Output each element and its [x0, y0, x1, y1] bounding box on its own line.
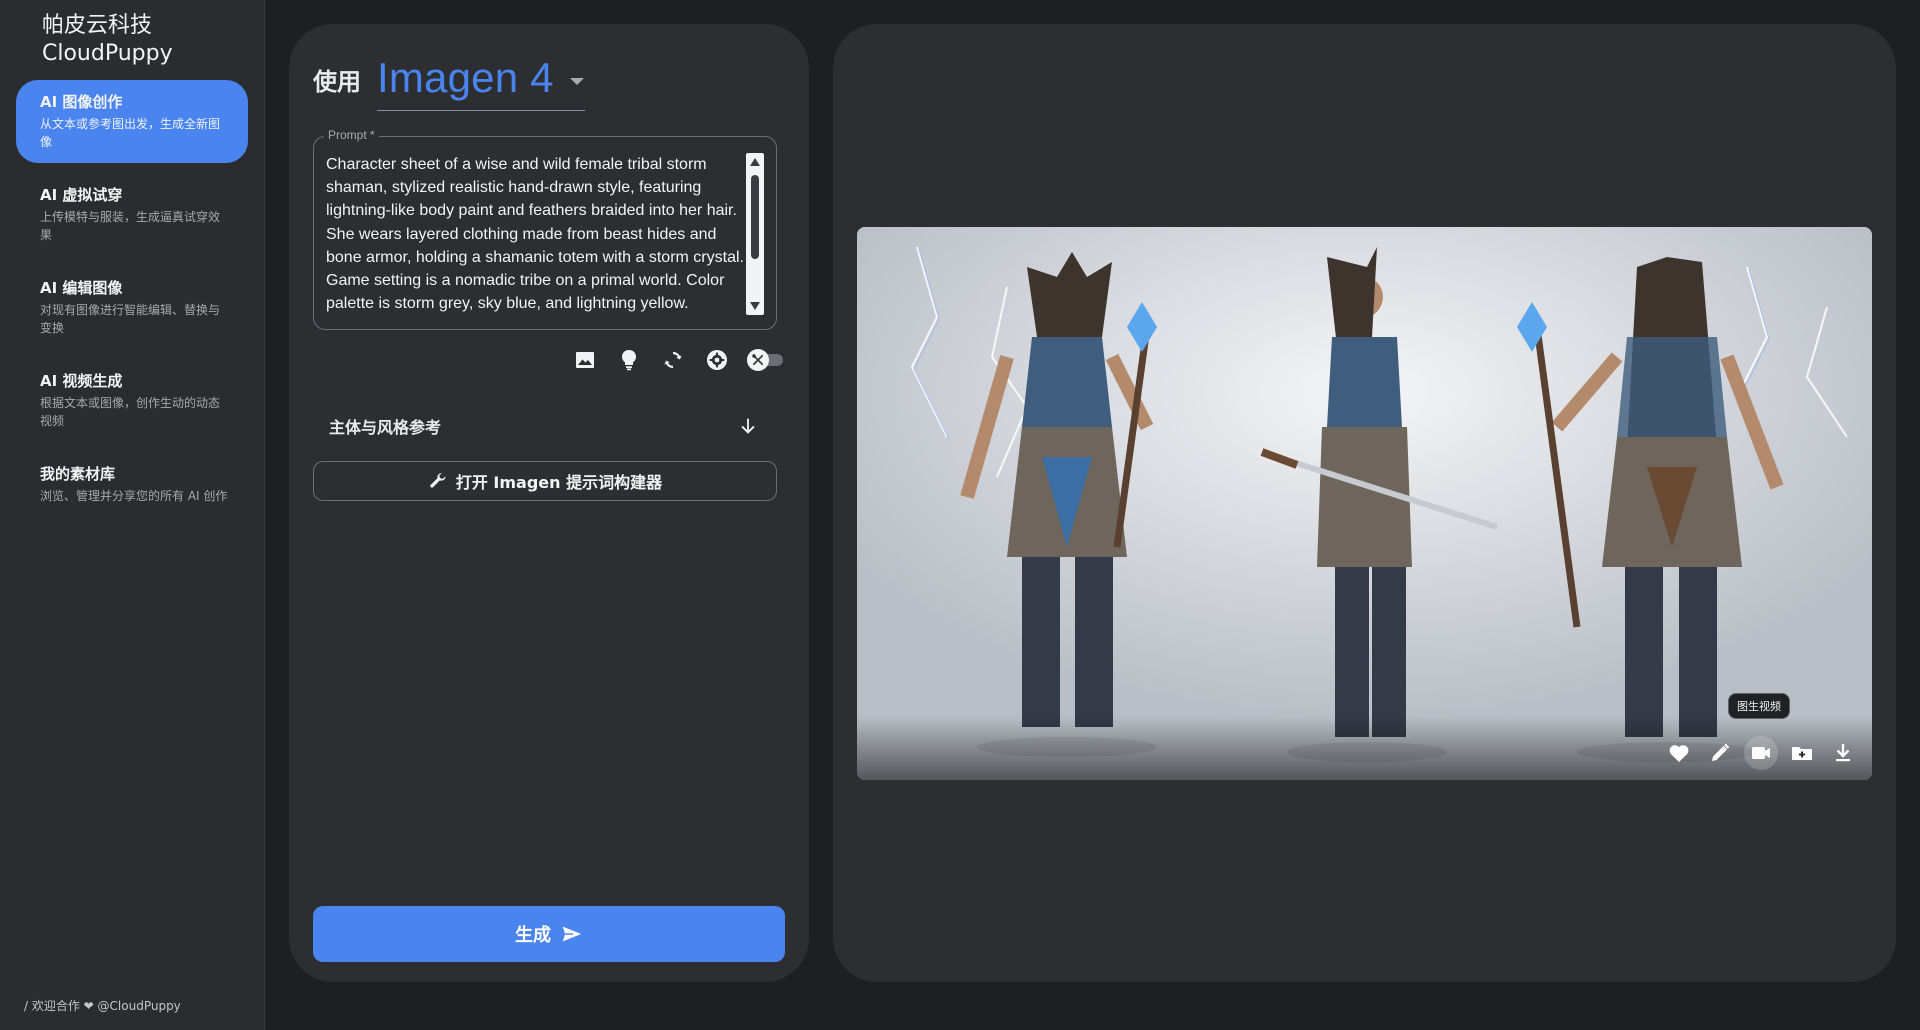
settings-icon[interactable]: [703, 346, 731, 374]
prompt-builder-label: 打开 Imagen 提示词构建器: [455, 473, 663, 492]
sidebar-item-library[interactable]: 我的素材库 浏览、管理并分享您的所有 AI 创作: [16, 452, 248, 517]
controls-panel: 使用 Imagen 4 Prompt * Character sheet of …: [289, 24, 809, 982]
tools-icon: [747, 349, 769, 371]
heart-icon[interactable]: [1662, 736, 1696, 770]
footer-credit[interactable]: / 欢迎合作 ❤ @CloudPuppy: [24, 997, 181, 1014]
sidebar-item-image-creation[interactable]: AI 图像创作 从文本或参考图出发，生成全新图像: [16, 80, 248, 163]
generated-image[interactable]: 图生视频: [857, 227, 1872, 780]
chevron-down-icon: [569, 77, 584, 85]
sidebar-nav: AI 图像创作 从文本或参考图出发，生成全新图像 AI 虚拟试穿 上传模特与服装…: [16, 80, 248, 527]
prompt-field[interactable]: Prompt * Character sheet of a wise and w…: [313, 128, 777, 330]
brand-name-cn: 帕皮云科技: [42, 13, 153, 38]
sidebar-item-virtual-tryon[interactable]: AI 虚拟试穿 上传模特与服装，生成逼真试穿效果: [16, 173, 248, 256]
prompt-label: Prompt *: [324, 128, 379, 142]
image-icon[interactable]: [571, 346, 599, 374]
sidebar-item-title: AI 虚拟试穿: [40, 186, 123, 204]
video-icon[interactable]: [1744, 736, 1778, 770]
image-actions: [1655, 736, 1860, 770]
scrollbar-thumb[interactable]: [751, 175, 759, 259]
tools-toggle[interactable]: [747, 349, 783, 371]
sidebar-item-desc: 对现有图像进行智能编辑、替换与变换: [40, 303, 221, 335]
model-label: 使用: [313, 68, 361, 96]
prompt-textarea[interactable]: Character sheet of a wise and wild femal…: [326, 153, 746, 319]
character-sheet-illustration: [857, 227, 1872, 780]
scroll-up-arrow-icon[interactable]: [750, 158, 760, 166]
sidebar: 帕皮云科技 CloudPuppy AI 图像创作 从文本或参考图出发，生成全新图…: [0, 0, 265, 1030]
reference-section-label: 主体与风格参考: [329, 418, 442, 437]
result-panel: 图生视频: [833, 24, 1896, 982]
reference-section-toggle[interactable]: 主体与风格参考: [329, 408, 759, 444]
generate-button[interactable]: 生成: [313, 906, 785, 962]
generate-label: 生成: [515, 925, 551, 946]
prompt-builder-button[interactable]: 打开 Imagen 提示词构建器: [313, 461, 777, 501]
sidebar-item-desc: 浏览、管理并分享您的所有 AI 创作: [40, 489, 228, 503]
sidebar-item-title: 我的素材库: [40, 465, 116, 483]
prompt-scrollbar[interactable]: [746, 153, 764, 315]
sidebar-item-video-generation[interactable]: AI 视频生成 根据文本或图像，创作生动的动态视频: [16, 359, 248, 442]
download-icon[interactable]: [1826, 736, 1860, 770]
edit-icon[interactable]: [1703, 736, 1737, 770]
sidebar-item-image-edit[interactable]: AI 编辑图像 对现有图像进行智能编辑、替换与变换: [16, 266, 248, 349]
scroll-down-arrow-icon[interactable]: [750, 302, 760, 310]
model-select-value: Imagen 4: [377, 54, 554, 101]
video-tooltip: 图生视频: [1728, 693, 1790, 719]
model-select[interactable]: Imagen 4: [377, 54, 585, 111]
sidebar-item-desc: 从文本或参考图出发，生成全新图像: [40, 117, 221, 149]
wrench-icon: [430, 473, 446, 488]
send-icon: [562, 926, 582, 942]
lightbulb-icon[interactable]: [615, 346, 643, 374]
model-row: 使用 Imagen 4: [313, 54, 585, 111]
brand-logo[interactable]: 帕皮云科技 CloudPuppy: [42, 12, 173, 68]
arrow-down-icon: [741, 418, 755, 434]
sidebar-item-desc: 根据文本或图像，创作生动的动态视频: [40, 396, 221, 428]
brand-name-en: CloudPuppy: [42, 41, 173, 66]
prompt-toolbar: [571, 346, 783, 374]
sidebar-item-desc: 上传模特与服装，生成逼真试穿效果: [40, 210, 221, 242]
sidebar-item-title: AI 视频生成: [40, 372, 123, 390]
add-folder-icon[interactable]: [1785, 736, 1819, 770]
refresh-icon[interactable]: [659, 346, 687, 374]
sidebar-item-title: AI 编辑图像: [40, 279, 123, 297]
app-root: 帕皮云科技 CloudPuppy AI 图像创作 从文本或参考图出发，生成全新图…: [0, 0, 1920, 1030]
sidebar-item-title: AI 图像创作: [40, 93, 123, 111]
